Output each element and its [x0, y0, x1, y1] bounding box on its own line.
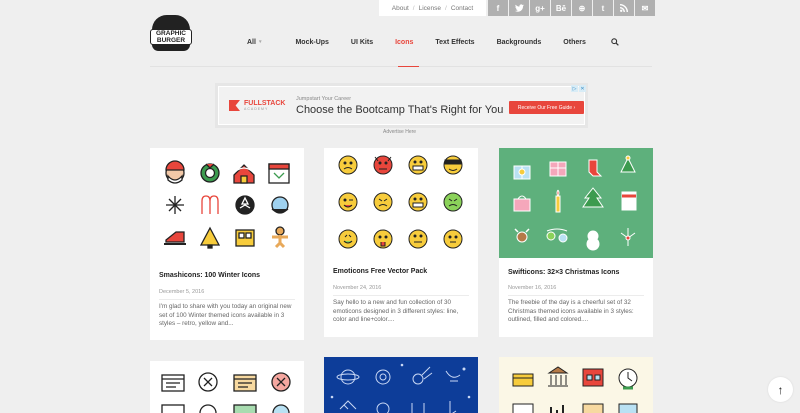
ad-choices: ▷ ✕	[571, 85, 586, 92]
card-thumbnail[interactable]	[150, 148, 304, 255]
card-title[interactable]: Swifticons: 32×3 Christmas Icons	[508, 269, 619, 276]
card-date: November 16, 2016	[508, 285, 557, 291]
post-card-christmas-icons[interactable]: Swifticons: 32×3 Christmas Icons Novembe…	[499, 148, 653, 337]
twitter-icon[interactable]	[509, 0, 529, 16]
advertise-here-link[interactable]: Advertise Here	[383, 129, 416, 135]
card-thumbnail[interactable]	[324, 357, 478, 413]
page: About / License / Contact f g+ Bē ⊕ t ✉ …	[0, 0, 800, 413]
card-divider	[159, 299, 295, 300]
card-thumbnail[interactable]	[499, 148, 653, 258]
fullstack-logo-icon	[229, 100, 240, 111]
advertisement-banner[interactable]: FULLSTACK ACADEMY Jumpstart Your Career …	[215, 83, 588, 128]
search-icon[interactable]	[597, 30, 619, 54]
arrow-up-icon: ↑	[777, 382, 784, 397]
ad-pretitle: Jumpstart Your Career	[296, 96, 352, 102]
nav-item-backgrounds[interactable]: Backgrounds	[486, 30, 553, 54]
about-link[interactable]: About	[392, 5, 409, 12]
active-tab-indicator	[398, 66, 419, 67]
card-thumbnail[interactable]	[324, 148, 478, 255]
ad-brand-logo: FULLSTACK ACADEMY	[229, 100, 285, 111]
card-thumbnail[interactable]	[499, 357, 653, 413]
dribbble-icon[interactable]: ⊕	[572, 0, 592, 16]
card-excerpt: The freebie of the day is a cheerful set…	[508, 299, 634, 323]
google-plus-icon[interactable]: g+	[530, 0, 550, 16]
card-divider	[508, 295, 644, 296]
post-card-partial[interactable]	[499, 357, 653, 413]
back-to-top-button[interactable]: ↑	[768, 377, 793, 402]
separator: /	[445, 4, 447, 12]
mail-icon[interactable]: ✉	[635, 0, 655, 16]
contact-link[interactable]: Contact	[451, 5, 473, 12]
top-links: About / License / Contact	[379, 0, 486, 16]
license-link[interactable]: License	[419, 5, 441, 12]
card-excerpt: I'm glad to share with you today an orig…	[159, 303, 292, 327]
card-divider	[333, 295, 469, 296]
separator: /	[412, 4, 415, 12]
site-logo[interactable]: GRAPHIC BURGER	[150, 13, 192, 52]
nav-item-others[interactable]: Others	[552, 30, 597, 54]
facebook-icon[interactable]: f	[488, 0, 508, 16]
card-title[interactable]: Smashicons: 100 Winter Icons	[159, 272, 260, 279]
post-card-emoticons[interactable]: Emoticons Free Vector Pack November 24, …	[324, 148, 478, 337]
nav-item-mockups[interactable]: Mock-Ups	[272, 30, 339, 54]
card-date: November 24, 2016	[333, 285, 382, 291]
behance-icon[interactable]: Bē	[551, 0, 571, 16]
post-card-partial[interactable]	[150, 361, 304, 413]
post-card-winter-icons[interactable]: Smashicons: 100 Winter Icons December 5,…	[150, 148, 304, 340]
ad-info-icon[interactable]: ▷	[571, 85, 578, 92]
post-card-partial[interactable]	[324, 357, 478, 413]
tumblr-icon[interactable]: t	[593, 0, 613, 16]
ad-content: FULLSTACK ACADEMY Jumpstart Your Career …	[219, 87, 584, 124]
ad-close-icon[interactable]: ✕	[579, 85, 586, 92]
logo-text: GRAPHIC BURGER	[150, 29, 192, 45]
card-excerpt: Say hello to a new and fun collection of…	[333, 299, 459, 323]
nav-item-icons[interactable]: Icons	[384, 30, 424, 54]
chevron-down-icon: ▾	[258, 39, 262, 45]
ad-headline: Choose the Bootcamp That's Right for You	[296, 104, 504, 116]
rss-icon[interactable]	[614, 0, 634, 16]
main-nav: All ▾ Mock-Ups UI Kits Icons Text Effect…	[236, 30, 619, 54]
card-date: December 5, 2016	[159, 289, 205, 295]
nav-item-all[interactable]: All ▾	[236, 30, 272, 54]
card-thumbnail[interactable]	[150, 361, 304, 413]
nav-item-ui-kits[interactable]: UI Kits	[340, 30, 384, 54]
social-links: f g+ Bē ⊕ t ✉	[488, 0, 655, 16]
nav-item-text-effects[interactable]: Text Effects	[424, 30, 485, 54]
card-title[interactable]: Emoticons Free Vector Pack	[333, 268, 427, 275]
ad-cta-button[interactable]: Receive Our Free Guide ›	[509, 101, 584, 114]
